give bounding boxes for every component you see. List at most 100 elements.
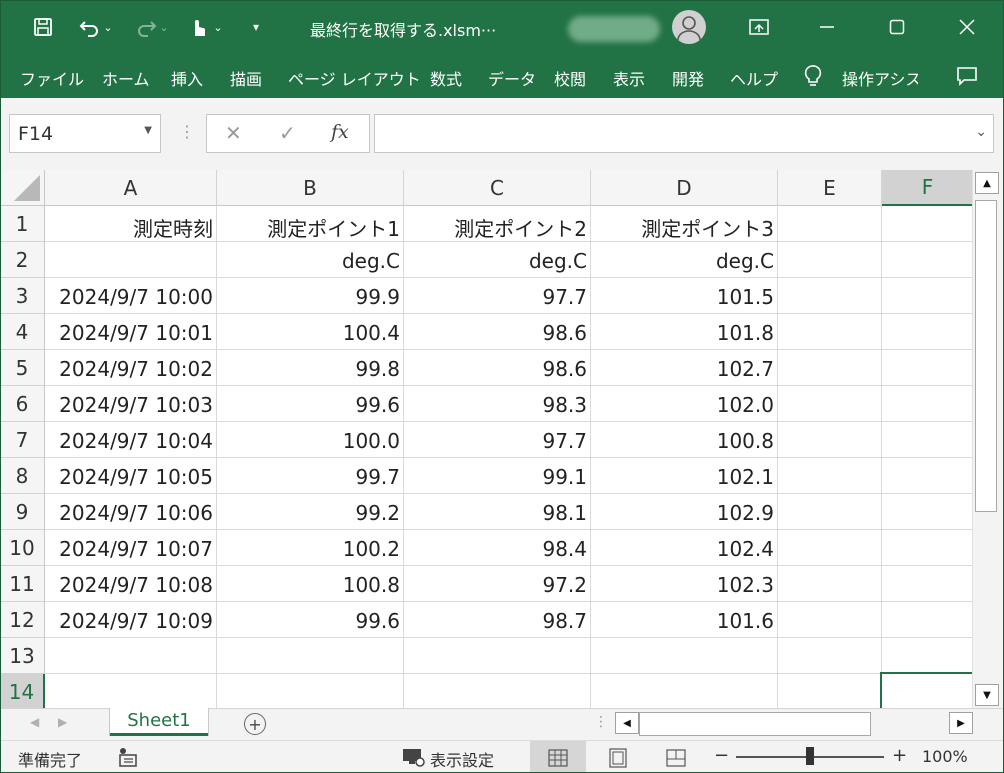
cell-d12[interactable]: 101.6 xyxy=(591,602,778,638)
undo-dropdown-icon[interactable]: ⌄ xyxy=(103,21,112,34)
cell-e13[interactable] xyxy=(778,638,882,674)
cell-e12[interactable] xyxy=(778,602,882,638)
formula-bar-grip-icon[interactable]: ⋮ xyxy=(179,122,195,141)
horizontal-scroll-thumb[interactable] xyxy=(639,712,871,736)
save-icon[interactable] xyxy=(28,10,58,44)
cell-b4[interactable]: 100.4 xyxy=(217,314,404,350)
cell-e6[interactable] xyxy=(778,386,882,422)
account-avatar[interactable] xyxy=(672,10,706,44)
cell-c11[interactable]: 97.2 xyxy=(404,566,591,602)
cell-c14[interactable] xyxy=(404,674,591,708)
row-header-9[interactable]: 9 xyxy=(0,494,45,530)
cell-d7[interactable]: 100.8 xyxy=(591,422,778,458)
cell-b10[interactable]: 100.2 xyxy=(217,530,404,566)
cell-b9[interactable]: 99.2 xyxy=(217,494,404,530)
cell-d2[interactable]: deg.C xyxy=(591,242,778,278)
cell-a6[interactable]: 2024/9/7 10:03 xyxy=(45,386,217,422)
formula-input[interactable]: ⌄ xyxy=(374,114,994,153)
cell-d11[interactable]: 102.3 xyxy=(591,566,778,602)
cell-c10[interactable]: 98.4 xyxy=(404,530,591,566)
tab-data[interactable]: データ xyxy=(488,66,536,90)
cell-a13[interactable] xyxy=(45,638,217,674)
cell-c6[interactable]: 98.3 xyxy=(404,386,591,422)
column-header-c[interactable]: C xyxy=(404,170,591,206)
tab-split-grip-icon[interactable]: ⋮ xyxy=(594,714,608,730)
cell-c12[interactable]: 98.7 xyxy=(404,602,591,638)
row-header-6[interactable]: 6 xyxy=(0,386,45,422)
cell-f3[interactable] xyxy=(882,278,972,314)
cell-f7[interactable] xyxy=(882,422,972,458)
cell-e7[interactable] xyxy=(778,422,882,458)
cell-a11[interactable]: 2024/9/7 10:08 xyxy=(45,566,217,602)
touch-mode-icon[interactable]: ⌄ xyxy=(182,10,230,44)
row-header-1[interactable]: 1 xyxy=(0,206,45,242)
name-box[interactable]: F14 ▼ xyxy=(9,114,161,153)
cell-c7[interactable]: 97.7 xyxy=(404,422,591,458)
cell-d9[interactable]: 102.9 xyxy=(591,494,778,530)
minimize-button[interactable] xyxy=(796,0,858,54)
cell-e5[interactable] xyxy=(778,350,882,386)
cell-c2[interactable]: deg.C xyxy=(404,242,591,278)
insert-function-button[interactable]: fx xyxy=(331,121,349,143)
cell-d8[interactable]: 102.1 xyxy=(591,458,778,494)
cell-e14[interactable] xyxy=(778,674,882,708)
name-box-dropdown-icon[interactable]: ▼ xyxy=(144,125,152,136)
confirm-entry-icon[interactable]: ✓ xyxy=(279,121,296,145)
tab-draw[interactable]: 描画 xyxy=(230,66,262,90)
active-cell-cursor[interactable] xyxy=(880,672,972,708)
cell-c9[interactable]: 98.1 xyxy=(404,494,591,530)
tab-help[interactable]: ヘルプ xyxy=(730,66,778,90)
tab-insert[interactable]: 挿入 xyxy=(171,66,203,90)
scroll-down-icon[interactable]: ▼ xyxy=(975,684,999,706)
zoom-slider-thumb[interactable] xyxy=(806,747,814,765)
redo-icon[interactable]: ⌄ xyxy=(130,10,174,44)
cell-b12[interactable]: 99.6 xyxy=(217,602,404,638)
vertical-scroll-thumb[interactable] xyxy=(975,200,997,512)
comment-icon[interactable] xyxy=(956,66,978,90)
cell-f5[interactable] xyxy=(882,350,972,386)
cell-c13[interactable] xyxy=(404,638,591,674)
cell-b7[interactable]: 100.0 xyxy=(217,422,404,458)
zoom-level[interactable]: 100% xyxy=(922,747,968,766)
ribbon-display-options-button[interactable] xyxy=(728,0,790,54)
cell-f11[interactable] xyxy=(882,566,972,602)
display-settings-label[interactable]: 表示設定 xyxy=(430,747,494,771)
cell-c3[interactable]: 97.7 xyxy=(404,278,591,314)
column-header-a[interactable]: A xyxy=(45,170,217,206)
cell-b5[interactable]: 99.8 xyxy=(217,350,404,386)
add-sheet-button[interactable]: + xyxy=(244,713,266,735)
select-all-button[interactable] xyxy=(0,170,45,206)
cell-c8[interactable]: 99.1 xyxy=(404,458,591,494)
vertical-scrollbar[interactable]: ▲ ▼ xyxy=(972,170,1004,708)
cell-b14[interactable] xyxy=(217,674,404,708)
cell-e2[interactable] xyxy=(778,242,882,278)
cancel-entry-icon[interactable]: ✕ xyxy=(225,121,242,145)
cell-e4[interactable] xyxy=(778,314,882,350)
row-header-10[interactable]: 10 xyxy=(0,530,45,566)
row-header-7[interactable]: 7 xyxy=(0,422,45,458)
cell-f2[interactable] xyxy=(882,242,972,278)
prev-sheet-icon[interactable]: ◀ xyxy=(30,715,39,729)
cell-f6[interactable] xyxy=(882,386,972,422)
column-header-b[interactable]: B xyxy=(217,170,404,206)
cell-b11[interactable]: 100.8 xyxy=(217,566,404,602)
scroll-left-icon[interactable]: ◀ xyxy=(615,712,639,734)
cell-e9[interactable] xyxy=(778,494,882,530)
cell-e11[interactable] xyxy=(778,566,882,602)
page-break-view-button[interactable] xyxy=(648,741,704,773)
tab-file[interactable]: ファイル xyxy=(20,66,84,90)
column-header-e[interactable]: E xyxy=(778,170,882,206)
row-header-2[interactable]: 2 xyxy=(0,242,45,278)
row-header-13[interactable]: 13 xyxy=(0,638,45,674)
tab-developer[interactable]: 開発 xyxy=(672,66,704,90)
cell-a4[interactable]: 2024/9/7 10:01 xyxy=(45,314,217,350)
search-box-blurred[interactable] xyxy=(568,16,660,42)
cell-e3[interactable] xyxy=(778,278,882,314)
close-button[interactable] xyxy=(936,0,998,54)
cell-f13[interactable] xyxy=(882,638,972,674)
cell-c1[interactable]: 測定ポイント2 xyxy=(404,206,591,242)
cell-b3[interactable]: 99.9 xyxy=(217,278,404,314)
cell-d13[interactable] xyxy=(591,638,778,674)
cell-a14[interactable] xyxy=(45,674,217,708)
cell-f10[interactable] xyxy=(882,530,972,566)
